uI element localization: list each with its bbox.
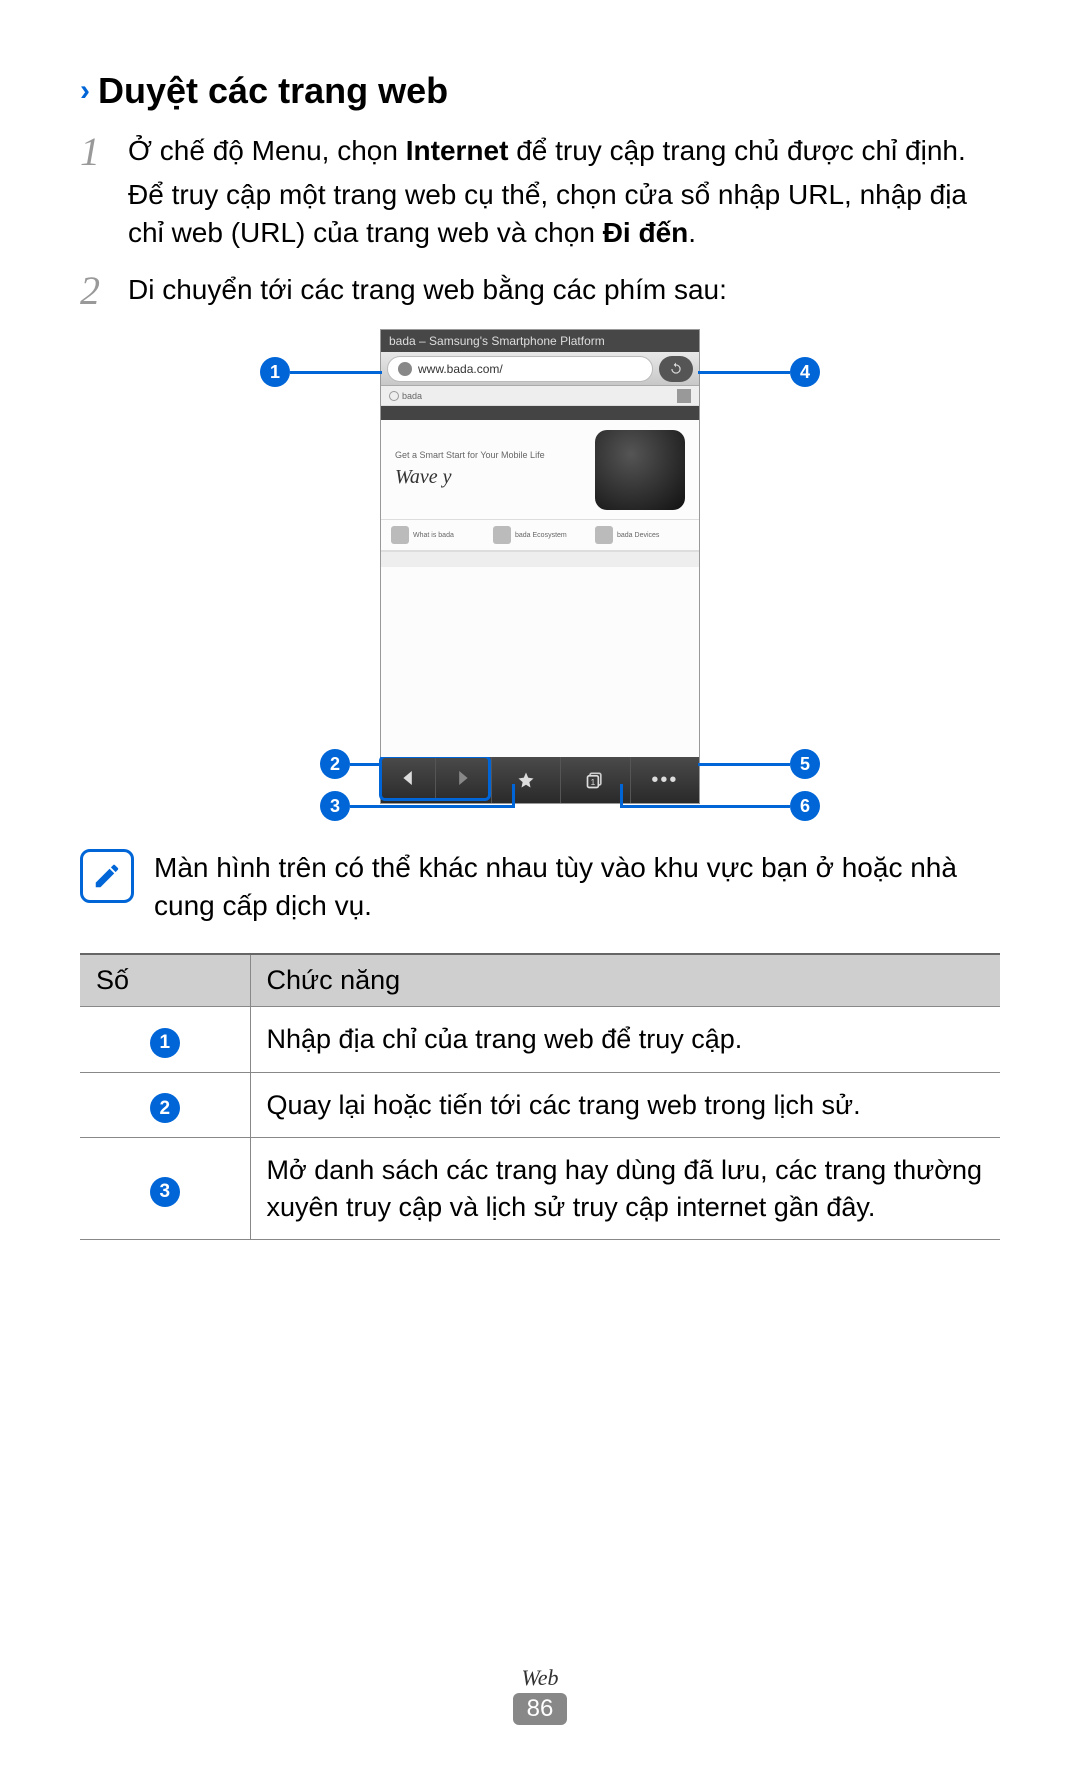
callout-line <box>290 371 382 374</box>
callout-line <box>350 763 382 766</box>
callout-line <box>512 784 515 808</box>
svg-text:1: 1 <box>591 777 596 787</box>
callout-1: 1 <box>260 357 290 387</box>
function-table: Số Chức năng 1 Nhập địa chỉ của trang web… <box>80 953 1000 1241</box>
section-title-text: Duyệt các trang web <box>98 70 448 112</box>
star-icon <box>517 771 535 789</box>
callout-6: 6 <box>790 791 820 821</box>
table-cell-num: 1 <box>80 1006 250 1072</box>
table-header-func: Chức năng <box>250 954 1000 1007</box>
step-item: 1Ở chế độ Menu, chọn Internet để truy cậ… <box>80 132 1000 257</box>
callout-line <box>350 805 515 808</box>
callout-4: 4 <box>790 357 820 387</box>
phone-image <box>595 430 685 510</box>
reload-icon <box>669 362 683 376</box>
section-heading: › Duyệt các trang web <box>80 70 1000 112</box>
more-icon: ••• <box>651 769 678 792</box>
arrow-left-icon <box>402 771 416 785</box>
callout-line <box>698 371 790 374</box>
step-number: 2 <box>80 271 110 315</box>
step-text: Di chuyển tới các trang web bằng các phí… <box>128 271 1000 315</box>
callout-5: 5 <box>790 749 820 779</box>
back-button[interactable] <box>382 758 435 798</box>
step-number: 1 <box>80 132 110 257</box>
number-badge: 2 <box>150 1093 180 1123</box>
step-item: 2 Di chuyển tới các trang web bằng các ph… <box>80 271 1000 315</box>
note-box: Màn hình trên có thể khác nhau tùy vào k… <box>80 849 1000 925</box>
footer-category: Web <box>0 1665 1080 1691</box>
bookmarks-button[interactable] <box>491 757 560 803</box>
more-button[interactable]: ••• <box>630 757 699 803</box>
number-badge: 3 <box>150 1177 180 1207</box>
page-footer: Web 86 <box>0 1665 1080 1725</box>
table-cell-num: 3 <box>80 1138 250 1240</box>
table-row: 3 Mở danh sách các trang hay dùng đã lưu,… <box>80 1138 1000 1240</box>
table-cell-num: 2 <box>80 1072 250 1138</box>
arrow-right-icon <box>455 771 469 785</box>
url-text: www.bada.com/ <box>418 362 503 376</box>
chevron-right-icon: › <box>80 74 90 108</box>
url-input[interactable]: www.bada.com/ <box>387 356 653 382</box>
table-cell-func: Mở danh sách các trang hay dùng đã lưu, … <box>250 1138 1000 1240</box>
browser-title-bar: bada – Samsung's Smartphone Platform <box>381 330 699 352</box>
table-cell-func: Quay lại hoặc tiến tới các trang web tro… <box>250 1072 1000 1138</box>
browser-screenshot: 1 2 3 4 5 6 bada – Samsung's Smartphone … <box>260 329 820 819</box>
page-number: 86 <box>513 1693 568 1725</box>
browser-toolbar: 1 ••• <box>381 757 699 803</box>
table-row: 2 Quay lại hoặc tiến tới các trang web tr… <box>80 1072 1000 1138</box>
callout-line <box>620 784 623 808</box>
table-header-num: Số <box>80 954 250 1007</box>
callout-2: 2 <box>320 749 350 779</box>
callout-line <box>620 805 790 808</box>
callout-line <box>698 763 790 766</box>
reload-button[interactable] <box>659 356 693 382</box>
windows-icon: 1 <box>585 770 605 790</box>
forward-button[interactable] <box>435 758 488 798</box>
note-text: Màn hình trên có thể khác nhau tùy vào k… <box>154 849 1000 925</box>
table-cell-func: Nhập địa chỉ của trang web để truy cập. <box>250 1006 1000 1072</box>
webpage-content: bada Get a Smart Start for Your Mobile L… <box>381 386 699 757</box>
table-row: 1 Nhập địa chỉ của trang web để truy cập. <box>80 1006 1000 1072</box>
number-badge: 1 <box>150 1028 180 1058</box>
note-icon <box>80 849 134 903</box>
step-text: Ở chế độ Menu, chọn Internet để truy cập… <box>128 132 1000 257</box>
callout-3: 3 <box>320 791 350 821</box>
globe-icon <box>398 362 412 376</box>
